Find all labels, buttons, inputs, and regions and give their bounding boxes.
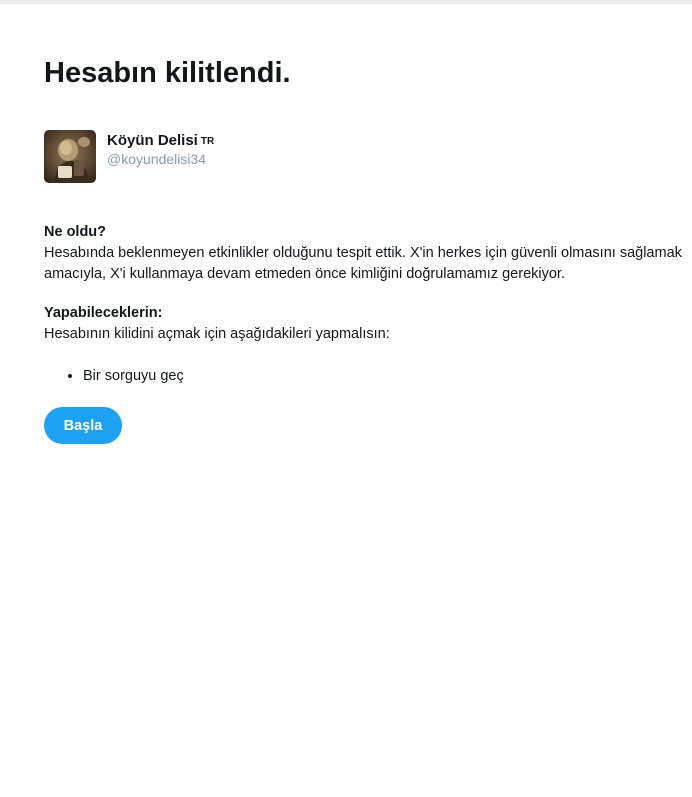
what-you-can-do-title: Yapabileceklerin:	[44, 305, 163, 321]
what-happened-section: Ne oldu? Hesabında beklenmeyen etkinlikl…	[44, 222, 684, 285]
country-badge: TR	[200, 136, 215, 147]
what-happened-text: Hesabında beklenmeyen etkinlikler olduğu…	[44, 245, 682, 282]
page-title: Hesabın kilitlendi.	[44, 57, 291, 89]
avatar-image	[44, 130, 96, 183]
what-happened-title: Ne oldu?	[44, 224, 107, 240]
steps-list: Bir sorguyu geç	[44, 366, 184, 386]
user-info: Köyün Delisi TR @koyundelisi34	[107, 131, 214, 168]
start-button[interactable]: Başla	[44, 407, 122, 444]
top-border	[0, 0, 692, 4]
display-name-text: Köyün Delisi	[107, 132, 198, 149]
avatar	[44, 130, 96, 183]
user-card: Köyün Delisi TR @koyundelisi34	[44, 130, 214, 183]
what-you-can-do-section: Yapabileceklerin: Hesabının kilidini açm…	[44, 303, 684, 345]
display-name: Köyün Delisi TR	[107, 131, 214, 151]
user-handle: @koyundelisi34	[107, 151, 207, 167]
what-you-can-do-text: Hesabının kilidini açmak için aşağıdakil…	[44, 326, 390, 342]
list-item: Bir sorguyu geç	[83, 366, 184, 386]
